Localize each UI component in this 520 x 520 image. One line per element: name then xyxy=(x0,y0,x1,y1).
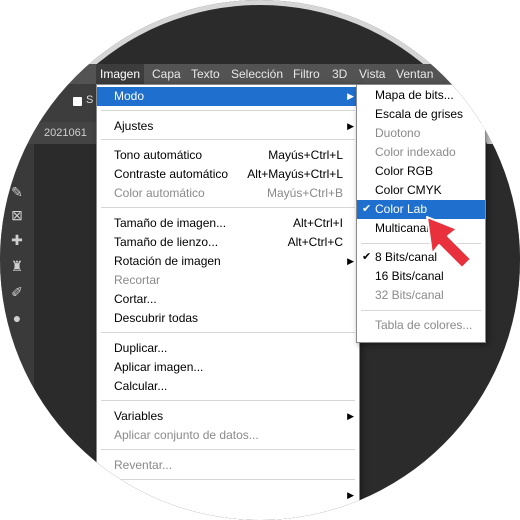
submenu-arrow-icon: ▶ xyxy=(347,411,354,421)
separator xyxy=(101,139,355,140)
circular-crop: Imagen Capa Texto Selección Filtro 3D Vi… xyxy=(0,0,520,520)
submenu-arrow-icon: ▶ xyxy=(347,121,354,131)
options-checkbox[interactable] xyxy=(73,97,82,106)
separator xyxy=(101,449,355,450)
menu-texto[interactable]: Texto xyxy=(187,64,224,84)
menu-ventana[interactable]: Ventan xyxy=(392,64,437,84)
menu-item-label: Color automático xyxy=(114,186,205,200)
menu-filtro[interactable]: Filtro xyxy=(289,64,324,84)
menu-capa[interactable]: Capa xyxy=(148,64,185,84)
menu-item-aplicar-conjunto: Aplicar conjunto de datos... xyxy=(97,426,359,445)
menu-item-label: Aplicar imagen... xyxy=(114,360,204,374)
submenu-item-label: Multicanal xyxy=(375,221,430,235)
menu-item-recortar: Recortar xyxy=(97,271,359,290)
menu-item-label: Variables xyxy=(114,409,164,423)
submenu-item-label: Tabla de colores... xyxy=(375,318,473,332)
submenu-item-color-rgb[interactable]: Color RGB xyxy=(357,162,485,181)
menu-item-cortar[interactable]: Cortar... xyxy=(97,290,359,309)
submenu-item-label: Duotono xyxy=(375,126,421,140)
imagen-menu: Modo ▶ Ajustes ▶ Tono automático Mayús+C… xyxy=(96,84,360,520)
shortcut-label: Mayús+Ctrl+B xyxy=(266,186,343,200)
menu-item-tamano-lienzo[interactable]: Tamaño de lienzo... Alt+Ctrl+C xyxy=(97,233,359,252)
shortcut-label: Alt+Ctrl+C xyxy=(287,235,343,249)
submenu-item-label: 32 Bits/canal xyxy=(375,288,444,302)
shortcut-label: Alt+Ctrl+I xyxy=(292,216,343,230)
menu-item-variables[interactable]: Variables ▶ xyxy=(97,407,359,426)
submenu-item-label: Color Lab xyxy=(375,202,428,216)
submenu-arrow-icon: ▶ xyxy=(347,256,354,266)
menu-seleccion[interactable]: Selección xyxy=(227,64,287,84)
menu-item-label: Tamaño de lienzo... xyxy=(114,235,219,249)
menu-bar: Imagen Capa Texto Selección Filtro 3D Vi… xyxy=(0,64,520,84)
separator xyxy=(101,110,355,111)
pointer-arrow-icon xyxy=(426,216,472,269)
menu-item-calcular[interactable]: Calcular... xyxy=(97,377,359,396)
menu-item-contraste-automatico[interactable]: Contraste automático Alt+Mayús+Ctrl+L xyxy=(97,165,359,184)
drop-icon[interactable]: ● xyxy=(9,310,25,326)
menu-item-reventar: Reventar... xyxy=(97,456,359,475)
menu-item-label: Contraste automático xyxy=(114,167,229,181)
menu-imagen[interactable]: Imagen xyxy=(96,64,145,84)
modo-submenu: Mapa de bits... Escala de grises Duotono… xyxy=(356,84,486,343)
shortcut-label: Mayús+Ctrl+L xyxy=(268,148,343,162)
eraser-icon[interactable]: ✐ xyxy=(9,284,25,300)
submenu-item-label: Color indexado xyxy=(375,145,456,159)
menu-3d[interactable]: 3D xyxy=(328,64,351,84)
separator xyxy=(101,332,355,333)
submenu-item-label: Escala de grises xyxy=(375,107,464,121)
document-tab[interactable]: 2021061 xyxy=(44,127,87,139)
submenu-item-color-indexado: Color indexado xyxy=(357,143,485,162)
menu-item-aplicar-imagen[interactable]: Aplicar imagen... xyxy=(97,358,359,377)
submenu-item-escala-grises[interactable]: Escala de grises xyxy=(357,105,485,124)
menu-item-label: Recortar xyxy=(114,273,161,287)
separator xyxy=(101,207,355,208)
submenu-arrow-icon: ▶ xyxy=(347,91,354,101)
healing-icon[interactable]: ✚ xyxy=(9,232,25,248)
menu-item-ajustes[interactable]: Ajustes ▶ xyxy=(97,117,359,136)
stamp-icon[interactable]: ♜ xyxy=(9,258,25,274)
menu-item-label: Rotación de imagen xyxy=(114,254,221,268)
shortcut-label: Alt+Mayús+Ctrl+L xyxy=(247,167,343,181)
menu-item-more[interactable]: ▶ xyxy=(97,486,359,505)
menu-item-descubrir[interactable]: Descubrir todas xyxy=(97,309,359,328)
menu-item-label: Reventar... xyxy=(114,458,173,472)
menu-item-modo[interactable]: Modo ▶ xyxy=(97,87,359,106)
menu-item-label: Tono automático xyxy=(114,148,203,162)
menu-vista[interactable]: Vista xyxy=(355,64,389,84)
checkmark-icon: ✔ xyxy=(362,203,372,215)
menu-item-label: Descubrir todas xyxy=(114,311,199,325)
menu-item-label: Cortar... xyxy=(114,292,157,306)
menu-item-label: Aplicar conjunto de datos... xyxy=(114,428,259,442)
menu-item-label: Tamaño de imagen... xyxy=(114,216,227,230)
menu-item-label: Calcular... xyxy=(114,379,168,393)
separator xyxy=(101,479,355,480)
submenu-item-label: Color CMYK xyxy=(375,183,442,197)
menu-item-label: Ajustes xyxy=(114,119,154,133)
submenu-item-mapa-bits[interactable]: Mapa de bits... xyxy=(357,86,485,105)
brush-icon[interactable]: ✎ xyxy=(9,184,25,200)
separator xyxy=(361,310,481,311)
submenu-item-color-cmyk[interactable]: Color CMYK xyxy=(357,181,485,200)
submenu-arrow-icon: ▶ xyxy=(347,490,354,500)
menu-item-color-automatico: Color automático Mayús+Ctrl+B xyxy=(97,184,359,203)
menu-item-label: Modo xyxy=(114,89,145,103)
options-checkbox-label: S xyxy=(86,94,94,106)
menu-item-rotacion[interactable]: Rotación de imagen ▶ xyxy=(97,252,359,271)
tools-panel: ✎ ⊠ ✚ ♜ ✐ ● xyxy=(0,144,34,520)
checkmark-icon: ✔ xyxy=(362,251,372,263)
submenu-item-32-bits: 32 Bits/canal xyxy=(357,286,485,305)
submenu-item-label: Color RGB xyxy=(375,164,434,178)
menu-item-label: Duplicar... xyxy=(114,341,168,355)
menu-item-tono-automatico[interactable]: Tono automático Mayús+Ctrl+L xyxy=(97,146,359,165)
submenu-item-label: Mapa de bits... xyxy=(375,88,454,102)
menu-item-duplicar[interactable]: Duplicar... xyxy=(97,339,359,358)
menu-item-tamano-imagen[interactable]: Tamaño de imagen... Alt+Ctrl+I xyxy=(97,214,359,233)
frame-icon[interactable]: ⊠ xyxy=(9,207,25,223)
submenu-item-tabla-colores: Tabla de colores... xyxy=(357,316,485,335)
submenu-item-duotono: Duotono xyxy=(357,124,485,143)
separator xyxy=(101,400,355,401)
